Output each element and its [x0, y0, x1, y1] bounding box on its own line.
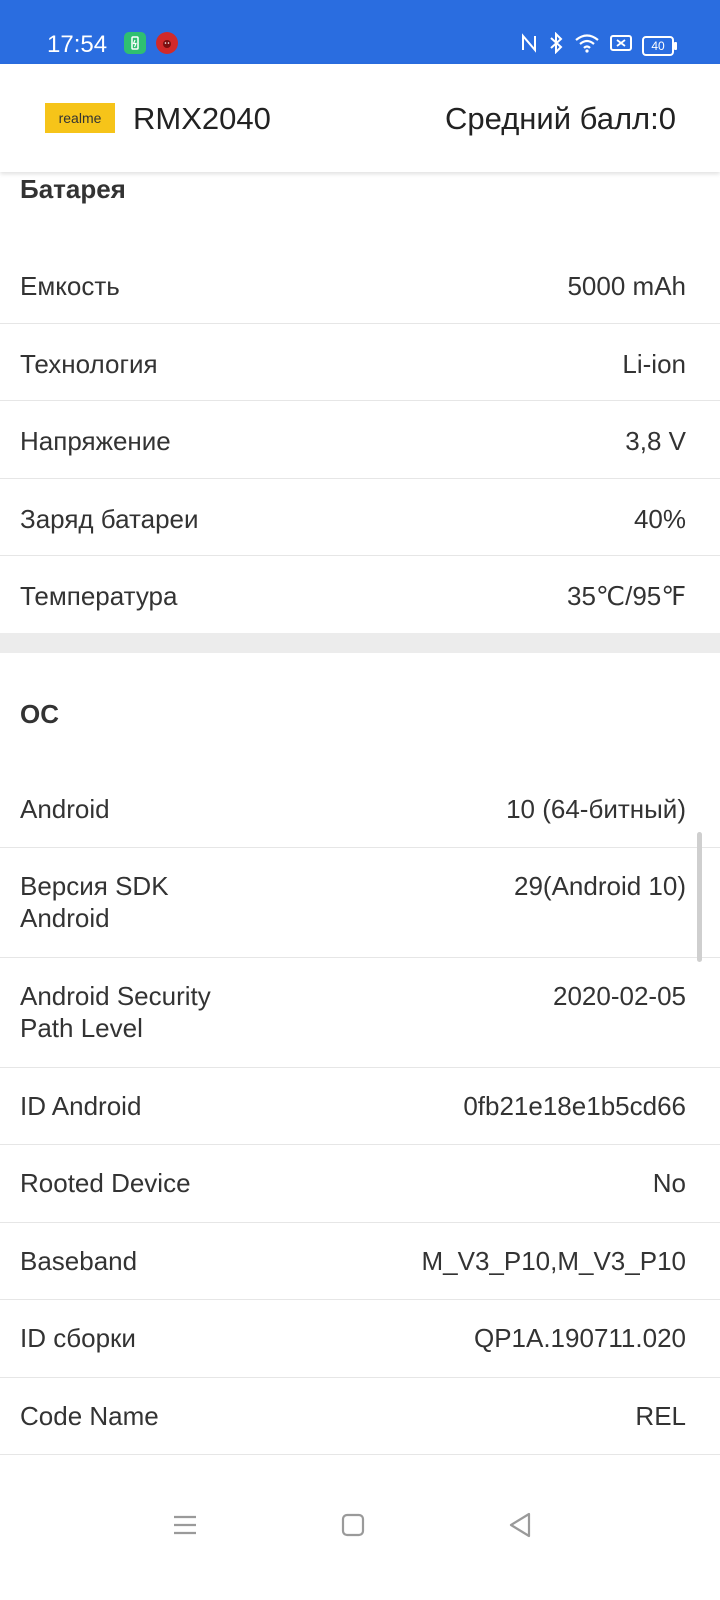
- row-value: 0fb21e18e1b5cd66: [463, 1091, 686, 1121]
- os-row: Android Security Path Level 2020-02-05: [0, 958, 720, 1068]
- row-value: 29(Android 10): [514, 871, 686, 901]
- row-value: 35℃/95℉: [566, 581, 686, 611]
- row-label: Android Security Path Level: [20, 981, 211, 1043]
- section-divider: [0, 633, 720, 653]
- row-label: Заряд батареи: [20, 504, 199, 534]
- os-row: ID сборки QP1A.190711.020: [0, 1300, 720, 1378]
- row-label: Емкость: [20, 271, 120, 301]
- os-row: Версия SDK Android 29(Android 10): [0, 848, 720, 958]
- row-value: 40%: [633, 504, 686, 534]
- battery-row: Заряд батареи 40%: [0, 479, 720, 556]
- section-title-battery: Батарея: [20, 174, 126, 204]
- row-value: No: [652, 1168, 686, 1198]
- row-value: 2020-02-05: [553, 981, 686, 1011]
- device-info-list[interactable]: Батарея Емкость 5000 mAh Технология Li-i…: [0, 172, 720, 1480]
- app-header: realme RMX2040 Средний балл:0: [0, 64, 720, 172]
- wifi-icon: [574, 33, 600, 58]
- row-label: Android: [20, 794, 110, 824]
- system-icons: 40: [520, 31, 677, 59]
- status-time: 17:54: [47, 31, 108, 58]
- row-value: 3,8 V: [625, 426, 686, 456]
- device-model: RMX2040: [133, 101, 271, 136]
- sim-card-icon: [610, 34, 632, 57]
- os-row: ID Android 0fb21e18e1b5cd66: [0, 1068, 720, 1145]
- system-nav-bar: [0, 1480, 720, 1600]
- back-icon[interactable]: [505, 1510, 535, 1540]
- row-value: Li-ion: [622, 349, 686, 379]
- row-value: REL: [635, 1401, 686, 1431]
- battery-row: Напряжение 3,8 V: [0, 401, 720, 479]
- row-label: Технология: [20, 349, 158, 379]
- os-row: Baseband M_V3_P10,M_V3_P10: [0, 1223, 720, 1300]
- row-label: Температура: [20, 581, 178, 611]
- bug-icon: [156, 32, 178, 54]
- battery-row: Емкость 5000 mAh: [0, 246, 720, 324]
- scrollbar-thumb[interactable]: [697, 832, 702, 962]
- row-label: Rooted Device: [20, 1168, 191, 1198]
- row-value: M_V3_P10,M_V3_P10: [421, 1246, 686, 1276]
- row-label: ID сборки: [20, 1323, 136, 1353]
- bluetooth-icon: [548, 31, 564, 59]
- row-label: Code Name: [20, 1401, 159, 1431]
- os-row: Rooted Device No: [0, 1145, 720, 1223]
- os-row: Android 10 (64-битный): [0, 771, 720, 848]
- battery-row: Температура 35℃/95℉: [0, 556, 720, 633]
- row-label: Версия SDK Android: [20, 871, 169, 933]
- battery-row: Технология Li-ion: [0, 324, 720, 401]
- battery-app-icon: [124, 32, 146, 54]
- average-score: Средний балл:0: [445, 101, 676, 136]
- brand-logo: realme: [45, 103, 115, 133]
- nfc-icon: [520, 33, 538, 58]
- row-value: 5000 mAh: [567, 271, 686, 301]
- status-bar: 17:54 40: [0, 0, 720, 64]
- os-row: Code Name REL: [0, 1378, 720, 1455]
- row-value: QP1A.190711.020: [473, 1323, 686, 1353]
- row-label: Напряжение: [20, 426, 171, 456]
- row-label: Baseband: [20, 1246, 138, 1276]
- row-value: 10 (64-битный): [506, 794, 686, 824]
- notification-icons: [124, 32, 178, 54]
- menu-icon[interactable]: [170, 1510, 200, 1540]
- battery-indicator-icon: 40: [642, 35, 677, 56]
- row-label: ID Android: [20, 1091, 142, 1121]
- home-icon[interactable]: [338, 1510, 368, 1540]
- section-title-os: ОС: [20, 699, 59, 729]
